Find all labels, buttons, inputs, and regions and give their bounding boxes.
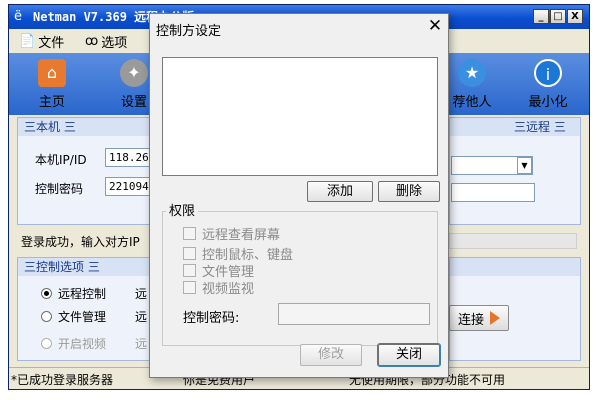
- radio-dot: [41, 338, 52, 349]
- dialog-close-icon[interactable]: ✕: [426, 16, 444, 36]
- toolbar-minimize-button[interactable]: i 最小化: [513, 59, 583, 113]
- dialog-password-input[interactable]: [278, 303, 430, 325]
- menu-file-label: 文件: [38, 35, 65, 51]
- checkbox-video-monitor-label: 视频监视: [202, 281, 255, 297]
- minimize-button[interactable]: _: [533, 9, 549, 24]
- radio-file-manage[interactable]: 文件管理: [41, 308, 106, 325]
- option-col2-3: 远: [135, 337, 148, 351]
- info-icon: i: [534, 59, 562, 87]
- radio-dot: [41, 311, 52, 322]
- checkbox-box: [183, 263, 196, 277]
- menu-options[interactable]: ꝏ 选项: [85, 33, 128, 51]
- checkbox-box: [183, 280, 196, 294]
- control-options-header: 三控制选项 三: [18, 258, 156, 276]
- controller-settings-dialog: 控制方设定 ✕ 添加 删除 权限 远程查看屏幕 控制鼠标、键盘 文件管理 视频监…: [149, 13, 449, 378]
- menu-file[interactable]: 📄 文件: [19, 33, 65, 51]
- dialog-title: 控制方设定: [156, 24, 222, 39]
- home-icon: ⌂: [38, 59, 66, 87]
- remote-password-field[interactable]: [451, 183, 535, 202]
- radio-remote-control-label: 远程控制: [58, 287, 107, 301]
- chevron-down-icon[interactable]: ▼: [517, 157, 532, 174]
- permissions-label: 权限: [166, 200, 199, 219]
- wrench-icon: ✦: [120, 59, 148, 87]
- delete-button[interactable]: 删除: [378, 181, 440, 202]
- control-password-label: 控制密码: [35, 182, 84, 196]
- checkbox-box: [183, 226, 196, 240]
- checkbox-file-manage[interactable]: 文件管理: [183, 262, 254, 280]
- file-icon: 📄: [19, 33, 36, 49]
- radio-open-video[interactable]: 开启视频: [41, 335, 106, 352]
- add-button[interactable]: 添加: [307, 181, 373, 202]
- checkbox-video-monitor[interactable]: 视频监视: [183, 279, 255, 297]
- toolbar-home-label: 主页: [38, 95, 65, 110]
- option-col2-2: 远: [135, 310, 148, 324]
- remote-address-bar: [449, 233, 577, 249]
- star-icon: ★: [458, 59, 486, 87]
- menu-options-label: 选项: [101, 35, 128, 51]
- checkbox-box: [183, 246, 196, 260]
- app-logo-icon: ë: [14, 9, 22, 24]
- dialog-close-button[interactable]: 关闭: [377, 343, 441, 367]
- checkbox-control-input[interactable]: 控制鼠标、键盘: [183, 245, 293, 263]
- close-button[interactable]: X: [567, 9, 583, 24]
- toolbar-minimize-label: 最小化: [528, 95, 568, 110]
- login-status-text: 登录成功，输入对方IP: [21, 235, 140, 249]
- status-left: *已成功登录服务器: [11, 373, 114, 387]
- radio-file-manage-label: 文件管理: [58, 310, 107, 324]
- local-group-header: 三本机 三: [18, 118, 156, 136]
- glasses-icon: ꝏ: [85, 33, 99, 49]
- radio-remote-control[interactable]: 远程控制: [41, 285, 106, 302]
- dialog-password-label: 控制密码:: [183, 311, 240, 326]
- option-col2-1: 远: [135, 287, 148, 301]
- toolbar-home-button[interactable]: ⌂ 主页: [17, 59, 87, 113]
- remote-group-header: 三远程 三: [450, 118, 580, 136]
- local-group: 三本机 三: [17, 117, 157, 225]
- arrow-right-icon: [490, 311, 500, 325]
- checkbox-view-screen-label: 远程查看屏幕: [202, 227, 281, 243]
- radio-dot: [41, 288, 52, 299]
- local-ip-label: 本机IP/ID: [35, 153, 87, 167]
- maximize-button[interactable]: □: [550, 9, 566, 24]
- control-options-header-right: [450, 258, 580, 276]
- radio-open-video-label: 开启视频: [58, 337, 107, 351]
- controller-list[interactable]: [162, 57, 438, 176]
- connect-button[interactable]: 连接: [449, 305, 509, 331]
- checkbox-view-screen[interactable]: 远程查看屏幕: [183, 225, 281, 243]
- connect-button-label: 连接: [457, 312, 484, 328]
- modify-button[interactable]: 修改: [300, 344, 362, 366]
